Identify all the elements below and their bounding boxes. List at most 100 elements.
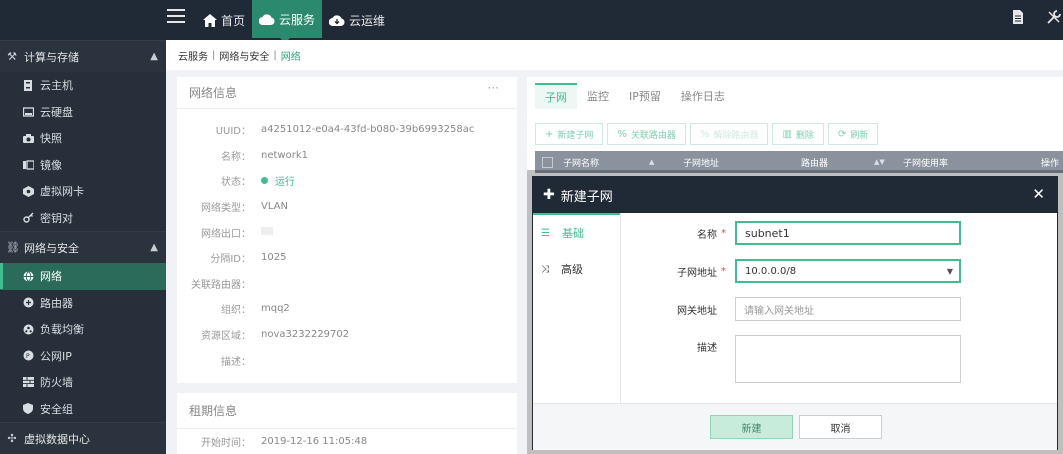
- gateway-input[interactable]: 请输入网关地址: [735, 297, 961, 321]
- tab-operation-log[interactable]: 操作日志: [671, 83, 735, 109]
- breadcrumb-separator: |: [273, 49, 277, 61]
- sidebar-item-firewall[interactable]: 防火墙: [0, 369, 166, 396]
- info-label: 名称：: [221, 151, 251, 163]
- sidebar-item-snapshot[interactable]: 快照: [0, 125, 166, 152]
- top-bar: 首页 云服务 云运维: [0, 0, 1063, 40]
- sidebar-item-public-ip[interactable]: P 公网IP: [0, 343, 166, 370]
- field-description: 描述: [621, 335, 961, 383]
- sidebar-item-label: 快照: [40, 132, 62, 146]
- tab-label: 高级: [561, 263, 583, 276]
- sidebar-item-label: 云硬盘: [40, 105, 73, 119]
- info-value: nova3232229702: [261, 329, 350, 341]
- hamburger-menu-icon[interactable]: [167, 9, 185, 25]
- column-label: 操作: [1041, 158, 1060, 169]
- link-icon: %: [617, 128, 627, 140]
- info-row-router: 关联路由器：: [177, 271, 517, 297]
- tab-ip-reserve[interactable]: IP预留: [619, 83, 671, 109]
- datacenter-icon: ✣: [7, 432, 17, 445]
- delete-button[interactable]: ▥ 删除: [772, 123, 824, 145]
- sidebar-item-security-group[interactable]: 安全组: [0, 396, 166, 423]
- sidebar-item-network[interactable]: 网络: [0, 263, 166, 290]
- column-header-subnet-name[interactable]: 子网名称 ▲: [563, 156, 683, 169]
- info-row-zone: 资源区域： nova3232229702: [177, 322, 517, 348]
- info-row-segment-id: 分隔ID： 1025: [177, 245, 517, 271]
- button-label: 删除: [795, 130, 814, 141]
- sidebar-item-router[interactable]: 路由器: [0, 290, 166, 317]
- sidebar-item-load-balancer[interactable]: 负载均衡: [0, 316, 166, 343]
- globe-icon: [22, 270, 34, 282]
- new-subnet-dialog: ✚ 新建子网 ✕ ☰ 基础 ⤨ 高级 名称 * subnet1 子网地址 * 10.…: [532, 176, 1058, 450]
- info-row-uuid: UUID： a4251012-e0a4-43fd-b080-39b6993258…: [177, 117, 517, 143]
- tab-basic[interactable]: ☰ 基础: [533, 215, 620, 251]
- nav-cloud-service-label: 云服务: [279, 12, 316, 27]
- nav-home[interactable]: 首页: [196, 0, 252, 40]
- breadcrumb: 云服务 | 网络与安全 | 网络: [166, 40, 1063, 70]
- sidebar-group-compute-storage[interactable]: ⚒ 计算与存储 ▲: [0, 40, 166, 72]
- network-info-title: 网络信息: [189, 86, 238, 100]
- name-input[interactable]: subnet1: [735, 221, 961, 245]
- chevron-up-icon: ▲: [150, 242, 158, 253]
- info-label: UUID：: [215, 126, 251, 138]
- sidebar-item-label: 公网IP: [40, 349, 72, 363]
- more-options-icon[interactable]: ···: [488, 81, 499, 95]
- breadcrumb-item[interactable]: 网络与安全: [219, 48, 269, 63]
- network-icon: ⛓: [6, 241, 20, 254]
- status-text: 运行: [275, 177, 295, 189]
- tab-subnet[interactable]: 子网: [535, 83, 577, 109]
- breadcrumb-current: 网络: [280, 51, 301, 63]
- router-icon: [22, 297, 34, 309]
- status-badge: 运行: [261, 173, 295, 188]
- sidebar-item-cloud-host[interactable]: 云主机: [0, 72, 166, 99]
- sort-icon: ▲: [649, 158, 655, 166]
- refresh-button[interactable]: ⟳ 刷新: [827, 123, 879, 145]
- sidebar-item-label: 镜像: [40, 158, 62, 172]
- tools-icon[interactable]: [1045, 8, 1063, 26]
- new-subnet-button[interactable]: + 新建子网: [535, 123, 604, 145]
- sidebar-item-vnic[interactable]: 虚拟网卡: [0, 178, 166, 205]
- attach-router-button[interactable]: % 关联路由器: [607, 123, 686, 145]
- close-icon[interactable]: ✕: [1032, 185, 1045, 203]
- sidebar-group-virtual-datacenter[interactable]: ✣ 虚拟数据中心: [0, 422, 166, 454]
- info-value: 1025: [261, 252, 287, 264]
- button-label: 解除路由器: [713, 130, 759, 141]
- balance-icon: [22, 323, 34, 335]
- cancel-button[interactable]: 取消: [799, 415, 882, 439]
- sidebar-item-image[interactable]: 镜像: [0, 152, 166, 179]
- info-label: 关联路由器：: [191, 279, 251, 291]
- cidr-select[interactable]: 10.0.0.0/8 ▼: [735, 259, 961, 283]
- sidebar-item-label: 云主机: [40, 79, 73, 93]
- image-icon: [22, 159, 34, 171]
- breadcrumb-item[interactable]: 云服务: [178, 48, 208, 63]
- detach-router-button[interactable]: % 解除路由器: [689, 123, 769, 145]
- button-label: 关联路由器: [630, 130, 676, 141]
- create-button[interactable]: 新建: [710, 415, 793, 439]
- dialog-footer: 新建 取消: [533, 403, 1057, 450]
- column-header-usage[interactable]: 子网使用率: [903, 156, 1041, 169]
- key-icon: [22, 212, 34, 224]
- trash-icon: ▥: [782, 128, 792, 140]
- nav-cloud-ops[interactable]: 云运维: [322, 0, 392, 40]
- tab-monitor[interactable]: 监控: [577, 83, 619, 109]
- column-header-router[interactable]: 路由器 ▲▼: [801, 156, 903, 169]
- lease-info-header: 租期信息: [177, 393, 517, 429]
- tab-advanced[interactable]: ⤨ 高级: [533, 251, 620, 287]
- info-value: a4251012-e0a4-43fd-b080-39b6993258ac: [261, 124, 475, 136]
- nav-cloud-service[interactable]: 云服务: [252, 0, 323, 38]
- sidebar-item-label: 负载均衡: [40, 323, 84, 337]
- document-icon[interactable]: [1009, 8, 1027, 26]
- sidebar-item-label: 虚拟网卡: [40, 185, 84, 199]
- sidebar-item-keypair[interactable]: 密钥对: [0, 205, 166, 232]
- plus-icon: +: [545, 128, 554, 140]
- column-header-subnet-address[interactable]: 子网地址: [683, 156, 801, 169]
- subnet-toolbar: + 新建子网 % 关联路由器 % 解除路由器 ▥ 删除 ⟳ 刷新: [535, 123, 879, 145]
- sidebar-group-network-security[interactable]: ⛓ 网络与安全 ▲: [0, 231, 166, 263]
- sidebar-item-cloud-disk[interactable]: 云硬盘: [0, 99, 166, 126]
- refresh-icon: ⟳: [837, 128, 847, 140]
- select-all-checkbox[interactable]: [542, 156, 553, 168]
- list-icon: ☰: [541, 227, 550, 239]
- sidebar-item-label: 网络: [40, 270, 62, 284]
- field-label: 子网地址: [677, 267, 717, 279]
- plus-icon: ✚: [543, 187, 555, 203]
- lease-info-title: 租期信息: [189, 404, 238, 418]
- description-textarea[interactable]: [735, 335, 961, 383]
